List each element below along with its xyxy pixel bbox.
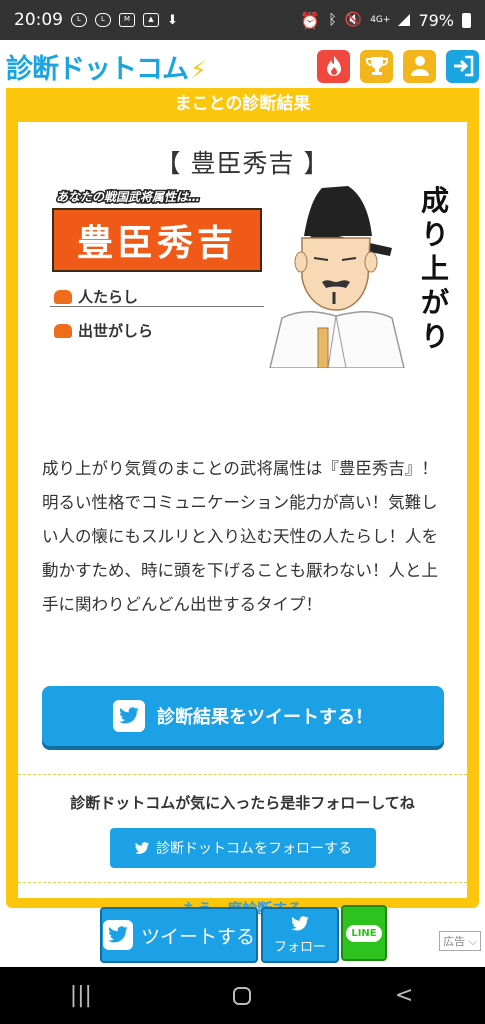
signal-icon [398,14,411,26]
logo-text: 診断ドットコム [6,53,189,85]
home-icon [233,986,252,1005]
home-button[interactable] [212,986,272,1005]
vertical-char: 成 [420,184,449,217]
line-icon: L [71,13,87,27]
download-icon: ⬇ [167,12,178,28]
login-icon [453,55,473,77]
back-button[interactable]: < [374,983,434,1008]
section-divider [18,774,467,775]
illustration-vertical-text: 成 り 上 が り [418,184,452,354]
trait-divider [50,306,264,307]
twitter-icon [102,920,133,950]
user-button[interactable] [403,49,436,83]
battery-percent: 79% [418,10,454,30]
vertical-char: り [420,320,449,353]
system-nav-bar: ||| < [0,967,485,1024]
result-description: 成り上がり気質のまことの武将属性は『豊臣秀吉』！明るい性格でコミュニケーション能… [42,459,438,614]
illustration-sub-label: あなたの戦国武将属性は… [54,189,201,206]
result-frame: まことの診断結果 【 豊臣秀吉 】 あなたの戦国武将属性は… 豊臣秀吉 人たらし… [6,88,479,918]
trophy-button[interactable] [360,49,393,83]
share-tweet-label: ツイートする [140,925,255,948]
network-type: 4G+ [370,15,391,25]
line-icon: L [95,13,111,27]
site-logo[interactable]: 診断ドットコム⚡ [6,47,207,86]
follow-prompt: 診断ドットコムが気に入ったら是非フォローしてね [70,794,415,812]
mail-icon: M [119,13,135,27]
section-divider [18,882,467,883]
tweet-result-label: 診断結果をツイートする！ [157,707,373,728]
twitter-icon [134,841,150,854]
trait-label: 人たらし [78,288,139,306]
vertical-char: 上 [420,252,449,285]
line-icon: LINE [346,924,382,942]
crest-icon [54,289,72,304]
mute-icon: 🔇 [344,12,363,28]
ad-label[interactable]: 広告 ⌵ [439,931,481,951]
trait-item: 出世がしら [54,320,153,341]
result-name-heading: 【 豊臣秀吉 】 [155,149,330,178]
share-follow-button[interactable]: フォロー [261,907,339,963]
twitter-icon [113,700,145,732]
share-line-button[interactable]: LINE [341,905,387,961]
vertical-char: が [420,286,449,319]
bolt-icon: ⚡ [190,55,207,84]
result-card: 【 豊臣秀吉 】 あなたの戦国武将属性は… 豊臣秀吉 人たらし 出世がしら 成 … [18,122,467,918]
share-bar: ツイートする フォロー LINE 広告 ⌵ [0,903,485,967]
illustration-name-plate: 豊臣秀吉 [52,208,262,272]
site-header: 診断ドットコム⚡ [0,40,485,92]
share-follow-label: フォロー [273,939,326,955]
result-section-title: まことの診断結果 [174,94,311,114]
trophy-icon [365,57,388,75]
recent-apps-button[interactable]: ||| [51,983,111,1008]
trait-item: 人たらし [54,286,138,307]
crest-icon [54,323,72,338]
user-icon [410,56,429,76]
alarm-icon: ⏰ [300,10,321,30]
fire-button[interactable] [317,49,350,83]
tweet-result-button[interactable]: 診断結果をツイートする！ [42,686,444,746]
share-tweet-button[interactable]: ツイートする [100,907,258,963]
result-illustration: あなたの戦国武将属性は… 豊臣秀吉 人たらし 出世がしら 成 り 上 が り [42,178,452,378]
ad-label-text: 広告 [443,935,466,948]
follow-site-label: 診断ドットコムをフォローする [156,841,352,857]
battery-icon [462,12,471,28]
login-button[interactable] [446,49,479,83]
trait-label: 出世がしら [78,322,154,340]
twitter-icon [291,915,309,931]
follow-site-button[interactable]: 診断ドットコムをフォローする [110,828,376,868]
fire-icon [326,56,341,76]
vertical-char: り [420,218,449,251]
hideyoshi-portrait [269,186,405,368]
bluetooth-icon: ᛒ [328,12,337,28]
image-icon: ▲ [143,13,159,27]
status-time: 20:09 [14,10,63,30]
status-bar: 20:09 L L M ▲ ⬇ ⏰ ᛒ 🔇 4G+ 79% [0,0,485,40]
